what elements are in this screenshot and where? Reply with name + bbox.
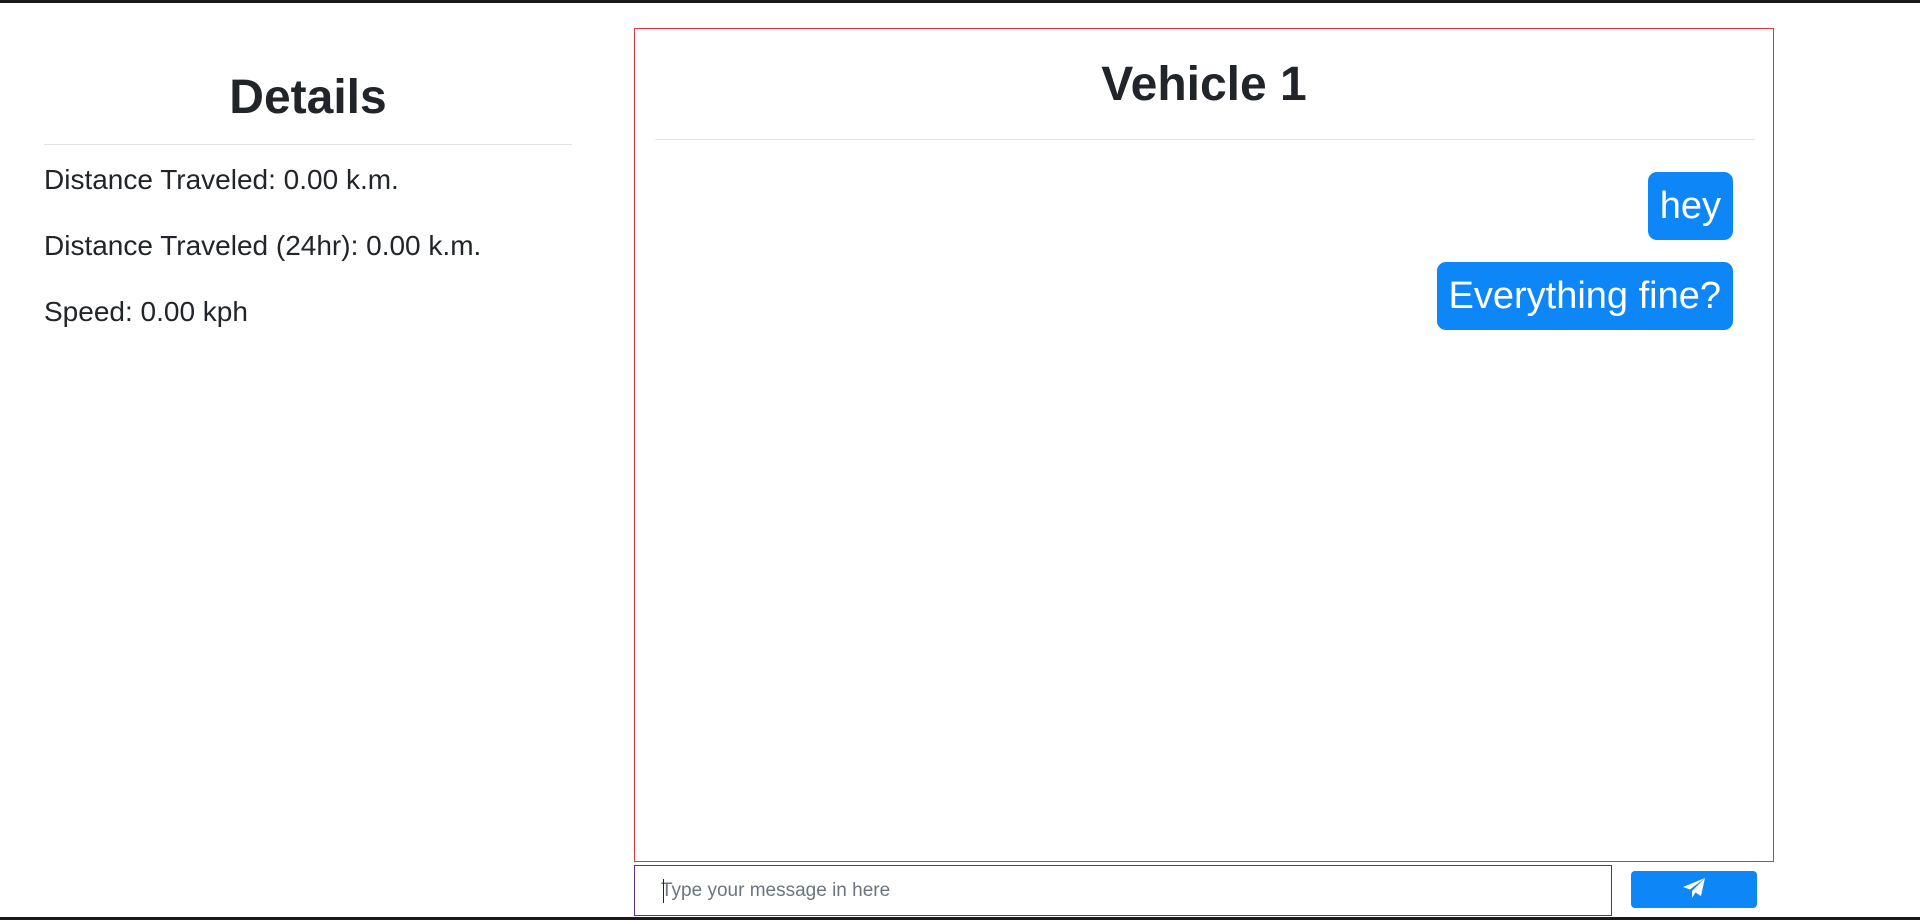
details-title: Details bbox=[229, 71, 387, 124]
paper-plane-icon bbox=[1682, 877, 1706, 902]
chat-title: Vehicle 1 bbox=[1101, 58, 1307, 111]
divider bbox=[655, 139, 1755, 140]
distance-traveled-24hr: Distance Traveled (24hr): 0.00 k.m. bbox=[44, 230, 482, 261]
send-button[interactable] bbox=[1631, 871, 1757, 908]
message-input[interactable] bbox=[634, 865, 1612, 916]
top-border bbox=[0, 0, 1920, 3]
message-list[interactable]: hey Everything fine? bbox=[1436, 172, 1733, 330]
details-panel: Details Distance Traveled: 0.00 k.m. Dis… bbox=[44, 66, 572, 361]
distance-traveled: Distance Traveled: 0.00 k.m. bbox=[44, 164, 399, 195]
message-bubble: hey bbox=[1647, 172, 1733, 240]
text-caret bbox=[663, 879, 664, 903]
divider bbox=[44, 144, 572, 145]
chat-panel: Vehicle 1 hey Everything fine? bbox=[634, 28, 1774, 862]
message-bubble: Everything fine? bbox=[1436, 262, 1733, 330]
speed: Speed: 0.00 kph bbox=[44, 296, 248, 327]
